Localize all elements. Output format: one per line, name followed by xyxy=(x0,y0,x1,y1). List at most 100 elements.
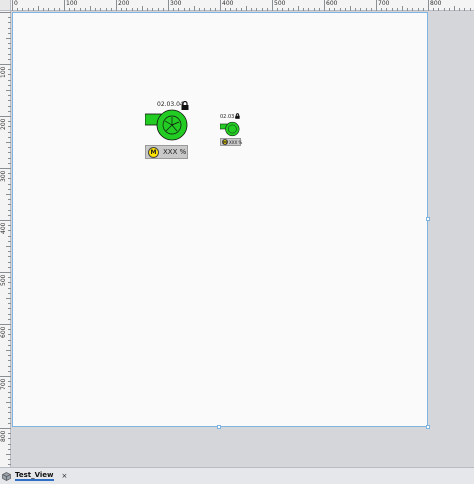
ruler-tick xyxy=(8,417,11,419)
ruler-tick xyxy=(8,459,11,461)
ruler-tick xyxy=(433,8,435,11)
ruler-tick xyxy=(443,8,445,11)
ruler-label: 700 xyxy=(0,378,7,390)
ruler-tick xyxy=(8,287,11,289)
ruler-tick xyxy=(386,8,388,11)
ruler-tick xyxy=(6,194,11,195)
ruler-label: 400 xyxy=(0,222,7,234)
ruler-tick xyxy=(147,8,149,11)
ruler-tick xyxy=(438,8,440,11)
ruler-label: 700 xyxy=(378,0,390,7)
ruler-tick xyxy=(355,8,357,11)
ruler-tick xyxy=(8,183,11,185)
ruler-tick xyxy=(6,142,11,143)
ruler-tick xyxy=(8,43,11,45)
ruler-tick xyxy=(251,8,253,11)
pump-icon xyxy=(220,121,240,137)
ruler-tick xyxy=(6,246,11,247)
ruler-tick xyxy=(8,422,11,424)
ruler-tick xyxy=(209,8,211,11)
resize-handle-bottom[interactable] xyxy=(217,425,221,429)
ruler-tick xyxy=(8,121,11,123)
ruler-tick xyxy=(8,79,11,81)
ruler-tick xyxy=(8,308,11,310)
ruler-tick xyxy=(8,303,11,305)
ruler-label: 100 xyxy=(66,0,78,7)
ruler-tick xyxy=(313,8,315,11)
close-icon[interactable]: × xyxy=(62,472,68,480)
ruler-tick xyxy=(8,443,11,445)
horizontal-ruler: 0 100 200 300 400 500 600 700 800 xyxy=(0,0,474,11)
ruler-tick xyxy=(183,8,185,11)
ruler-tick xyxy=(204,8,206,11)
ruler-tick xyxy=(6,402,11,403)
ruler-label: 300 xyxy=(0,170,7,182)
design-canvas[interactable]: 02.03.04 M XXX % 02.03.0 M XXX % xyxy=(12,12,430,429)
ruler-tick xyxy=(8,360,11,362)
ruler-tick xyxy=(8,48,11,50)
ruler-tick xyxy=(365,8,367,11)
ruler-tick xyxy=(8,386,11,388)
ruler-tick xyxy=(100,8,102,11)
ruler-tick xyxy=(8,162,11,164)
ruler-tick xyxy=(95,8,97,11)
ruler-tick xyxy=(0,220,11,221)
ruler-tick xyxy=(121,8,123,11)
tab-test-view[interactable]: Test_View × xyxy=(2,469,68,483)
ruler-label: 100 xyxy=(0,66,7,78)
pump-icon xyxy=(145,109,188,141)
ruler-label: 200 xyxy=(118,0,130,7)
ruler-tick xyxy=(8,339,11,341)
ruler-tick xyxy=(8,17,11,19)
ruler-tick xyxy=(6,38,11,39)
ruler-tick xyxy=(142,6,143,11)
ruler-tick xyxy=(131,8,133,11)
ruler-tick xyxy=(454,6,455,11)
ruler-tick xyxy=(69,8,71,11)
ruler-tick xyxy=(8,84,11,86)
ruler-tick xyxy=(8,199,11,201)
ruler-tick xyxy=(246,6,247,11)
ruler-tick xyxy=(266,8,268,11)
ruler-tick xyxy=(157,8,159,11)
ruler-tick xyxy=(240,8,242,11)
ruler-tick xyxy=(8,266,11,268)
ruler-tick xyxy=(469,8,471,11)
ruler-tick xyxy=(0,272,11,273)
ruler-tick xyxy=(235,8,237,11)
ruler-tick xyxy=(8,240,11,242)
ruler-label: 300 xyxy=(170,0,182,7)
ruler-tick xyxy=(0,116,11,117)
ruler-tick xyxy=(8,131,11,133)
resize-handle-right[interactable] xyxy=(426,217,430,221)
ruler-tick xyxy=(396,8,398,11)
ruler-tick xyxy=(350,6,351,11)
ruler-tick xyxy=(8,334,11,336)
pump-id-label: 02.03.04 xyxy=(157,101,184,108)
ruler-tick xyxy=(136,8,138,11)
ruler-tick xyxy=(8,251,11,253)
ruler-tick xyxy=(38,6,39,11)
ruler-tick xyxy=(318,8,320,11)
ruler-tick xyxy=(8,110,11,112)
ruler-tick xyxy=(173,8,175,11)
mode-badge: M xyxy=(148,146,159,158)
ruler-tick xyxy=(407,8,409,11)
ruler-tick xyxy=(8,230,11,232)
resize-handle-corner[interactable] xyxy=(426,425,430,429)
ruler-tick xyxy=(8,53,11,55)
ruler-tick xyxy=(8,32,11,34)
ruler-tick xyxy=(261,8,263,11)
ruler-tick xyxy=(8,69,11,71)
ruler-tick xyxy=(334,8,336,11)
pump-value-box: M XXX % xyxy=(220,138,242,146)
ruler-tick xyxy=(8,344,11,346)
ruler-tick xyxy=(225,8,227,11)
ruler-label: 0 xyxy=(14,0,18,7)
ruler-tick xyxy=(324,0,325,11)
ruler-tick xyxy=(8,27,11,29)
ruler-tick xyxy=(0,12,11,13)
ruler-tick xyxy=(27,8,29,11)
ruler-tick xyxy=(298,6,299,11)
ruler-tick xyxy=(53,8,55,11)
